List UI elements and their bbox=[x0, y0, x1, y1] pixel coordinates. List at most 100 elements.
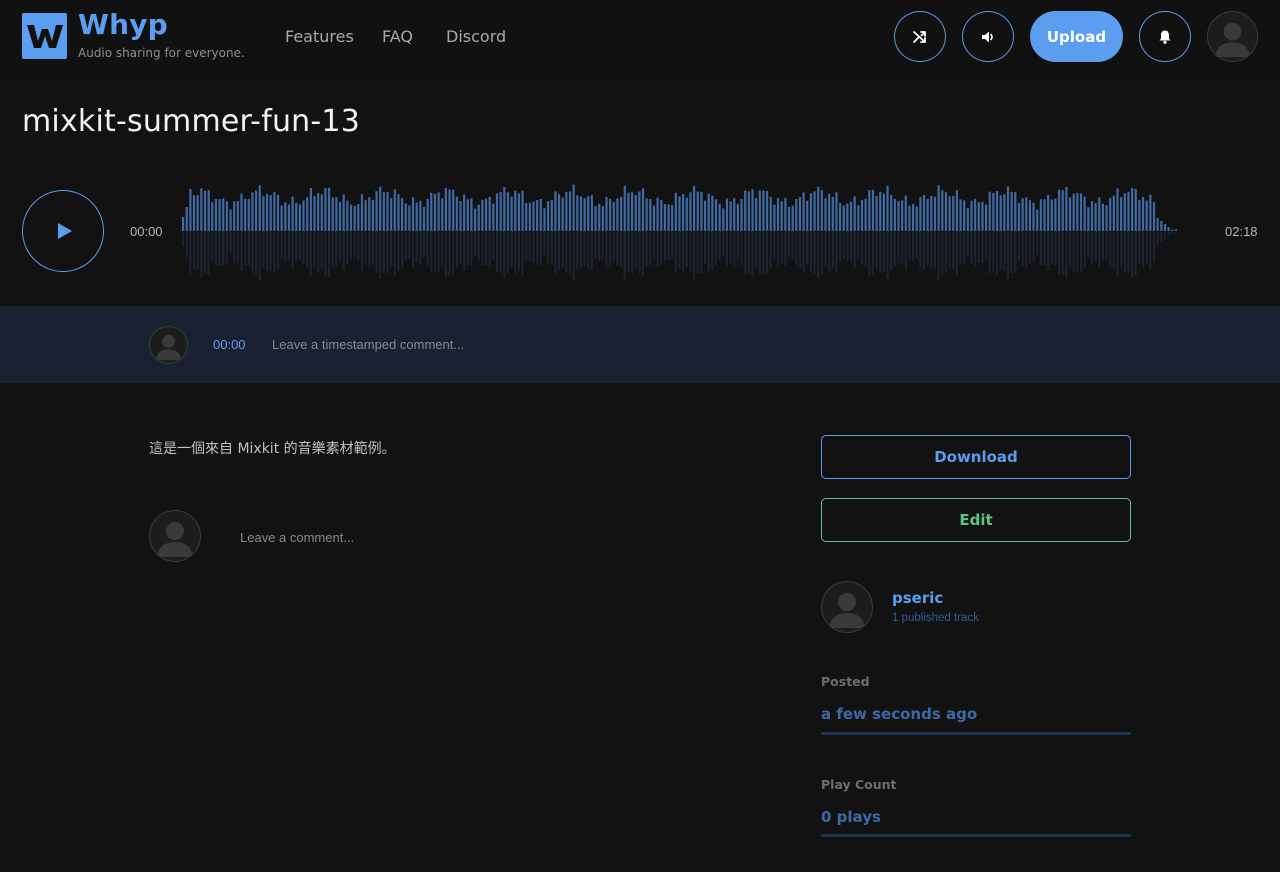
comment-input[interactable] bbox=[234, 523, 734, 551]
waveform-bar bbox=[306, 197, 309, 231]
waveform-bar bbox=[328, 187, 331, 231]
waveform-bar-reflection bbox=[623, 232, 626, 280]
waveform-bar bbox=[828, 193, 831, 231]
waveform-bar bbox=[1079, 193, 1083, 231]
waveform-bar-reflection bbox=[660, 232, 663, 265]
uploader-name[interactable]: pseric bbox=[892, 589, 943, 607]
upload-button[interactable]: Upload bbox=[1030, 11, 1123, 62]
volume-button[interactable] bbox=[962, 11, 1014, 62]
waveform-bar-reflection bbox=[933, 232, 937, 268]
notifications-button[interactable] bbox=[1139, 11, 1191, 62]
waveform-bar-reflection bbox=[849, 232, 853, 263]
waveform-bar bbox=[645, 198, 648, 231]
waveform-bar-reflection bbox=[755, 232, 758, 267]
waveform-bar-reflection bbox=[331, 232, 334, 268]
waveform-bar-reflection bbox=[809, 232, 812, 272]
waveform-bar-reflection bbox=[408, 232, 411, 259]
waveform-bar-reflection bbox=[393, 232, 396, 276]
waveform-bar-reflection bbox=[390, 232, 393, 267]
waveform-bar-reflection bbox=[419, 232, 422, 264]
waveform-bar-reflection bbox=[995, 232, 999, 274]
user-avatar[interactable] bbox=[1207, 11, 1258, 62]
waveform-bar bbox=[813, 191, 816, 231]
edit-button[interactable]: Edit bbox=[821, 498, 1131, 542]
waveform-bar-reflection bbox=[725, 232, 729, 267]
bell-icon bbox=[1159, 30, 1171, 44]
waveform-bar bbox=[1054, 198, 1057, 231]
waveform-bar-reflection bbox=[455, 232, 458, 269]
waveform-bar bbox=[776, 197, 780, 231]
uploader-avatar[interactable] bbox=[821, 581, 873, 633]
waveform-bar-reflection bbox=[441, 232, 444, 267]
nav-link-faq[interactable]: FAQ bbox=[382, 27, 413, 46]
waveform-bar-reflection bbox=[499, 232, 502, 273]
comment-timestamp[interactable]: 00:00 bbox=[213, 337, 246, 352]
waveform-bar-reflection bbox=[484, 232, 488, 266]
play-button[interactable] bbox=[22, 190, 104, 272]
posted-divider bbox=[821, 732, 1131, 735]
waveform-bar bbox=[922, 194, 926, 231]
waveform-bar-reflection bbox=[565, 232, 568, 274]
waveform-bar bbox=[1058, 189, 1061, 231]
waveform-bar-reflection bbox=[871, 232, 875, 276]
waveform-bar bbox=[1043, 199, 1046, 231]
waveform-bar-reflection bbox=[1127, 232, 1130, 274]
waveform-bar-reflection bbox=[1068, 232, 1072, 268]
waveform-bar-reflection bbox=[919, 232, 922, 268]
download-button[interactable]: Download bbox=[821, 435, 1131, 479]
waveform-bar-reflection bbox=[714, 232, 718, 266]
waveform-bar bbox=[755, 197, 758, 231]
waveform-bar bbox=[784, 198, 787, 231]
waveform-bar bbox=[667, 204, 670, 231]
waveform-bar-reflection bbox=[265, 232, 269, 271]
waveform-bar-reflection bbox=[652, 232, 656, 259]
waveform-bar bbox=[338, 202, 342, 231]
waveform-bar-reflection bbox=[317, 232, 320, 272]
waveform-bar-reflection bbox=[747, 232, 750, 274]
waveform-bar-reflection bbox=[1087, 232, 1090, 257]
shuffle-button[interactable] bbox=[894, 11, 946, 62]
waveform-bar bbox=[1120, 197, 1123, 231]
waveform-bar bbox=[1101, 203, 1104, 231]
waveform-bar-reflection bbox=[671, 232, 674, 260]
waveform-bar bbox=[908, 205, 911, 231]
waveform-bar-reflection bbox=[875, 232, 878, 269]
whyp-logo-icon[interactable] bbox=[22, 13, 67, 59]
waveform-bar bbox=[714, 199, 718, 231]
waveform-bar bbox=[630, 192, 634, 231]
waveform-bar bbox=[346, 200, 349, 231]
waveform-bar bbox=[408, 205, 411, 231]
waveform-bar bbox=[349, 204, 353, 231]
waveform-bar bbox=[671, 204, 674, 231]
waveform-bar bbox=[390, 197, 393, 231]
timestamped-comment-input[interactable] bbox=[266, 330, 666, 358]
waveform-bar bbox=[678, 196, 681, 231]
waveform-bar bbox=[506, 192, 510, 231]
waveform-seekbar[interactable] bbox=[182, 176, 1204, 286]
waveform-bar bbox=[674, 192, 677, 231]
waveform-bar bbox=[682, 194, 685, 231]
waveform-bar bbox=[901, 200, 904, 231]
waveform-bar-reflection bbox=[470, 232, 473, 267]
waveform-bar-reflection bbox=[955, 232, 958, 275]
waveform-bar bbox=[258, 185, 261, 231]
waveform-bar-reflection bbox=[638, 232, 641, 274]
nav-link-discord[interactable]: Discord bbox=[446, 27, 506, 46]
waveform-bar-reflection bbox=[981, 232, 984, 263]
brand-name[interactable]: Whyp bbox=[78, 8, 168, 41]
waveform-bar bbox=[656, 197, 659, 231]
waveform-bar bbox=[426, 199, 429, 231]
waveform-bar-reflection bbox=[488, 232, 491, 268]
posted-label: Posted bbox=[821, 674, 870, 689]
waveform-bar bbox=[309, 188, 312, 231]
waveform-bar bbox=[952, 195, 955, 231]
waveform-bar bbox=[820, 190, 823, 231]
waveform-bar-reflection bbox=[656, 232, 659, 268]
waveform-bar-reflection bbox=[225, 232, 228, 264]
waveform-bar bbox=[930, 195, 933, 231]
waveform-bar bbox=[787, 206, 791, 231]
nav-link-features[interactable]: Features bbox=[285, 27, 354, 46]
waveform-bar-reflection bbox=[817, 232, 820, 279]
waveform-bar-reflection bbox=[1138, 232, 1141, 265]
waveform-bar-reflection bbox=[678, 232, 681, 269]
